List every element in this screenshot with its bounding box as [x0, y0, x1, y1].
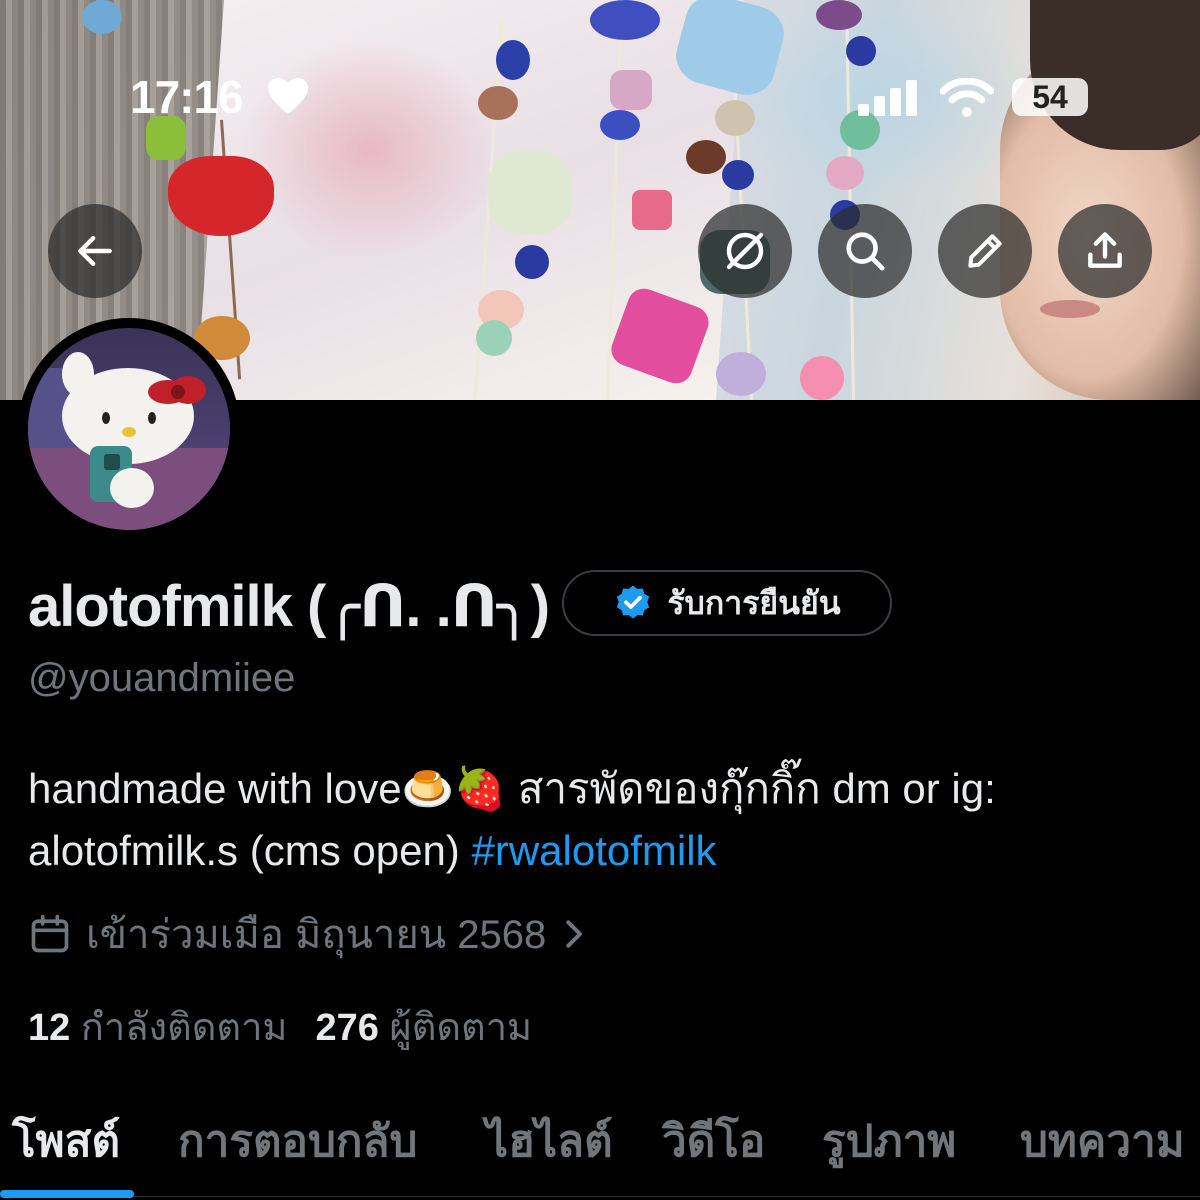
- bead: [722, 160, 754, 190]
- get-verified-label: รับการยืนยัน: [667, 584, 841, 621]
- followers-link[interactable]: 276 ผู้ติดตาม: [315, 1007, 532, 1049]
- share-button[interactable]: [1058, 204, 1152, 298]
- calendar-icon: [31, 914, 69, 953]
- cellular-signal-icon: [858, 80, 920, 121]
- bead: [590, 0, 660, 40]
- wifi-icon: [939, 77, 995, 123]
- join-date-row[interactable]: เข้าร่วมเมือ มิถุนายน 2568: [28, 902, 590, 966]
- tab-posts[interactable]: โพสต์: [12, 1106, 120, 1176]
- status-bar: 17:16 54: [0, 70, 1200, 130]
- bio-hashtag-link[interactable]: #rwalotofmilk: [471, 827, 716, 874]
- bio-line-2-text: alotofmilk.s (cms open): [28, 827, 472, 874]
- search-button[interactable]: [818, 204, 912, 298]
- grok-button[interactable]: [698, 204, 792, 298]
- following-count: 12: [28, 1007, 71, 1049]
- bead: [826, 156, 864, 190]
- followers-label: ผู้ติดตาม: [389, 1007, 533, 1049]
- bio-line-2: alotofmilk.s (cms open) #rwalotofmilk: [28, 820, 1178, 882]
- bead: [168, 156, 274, 236]
- following-link[interactable]: 12 กำลังติดตาม: [28, 1007, 287, 1049]
- heart-icon: [266, 76, 310, 121]
- following-label: กำลังติดตาม: [80, 1007, 288, 1049]
- active-tab-indicator: [0, 1190, 134, 1198]
- bead: [488, 150, 572, 234]
- bead: [686, 140, 726, 174]
- bio-line-1: handmade with love🍮🍓 สารพัดของกุ๊กกิ๊ก d…: [28, 765, 996, 812]
- bead: [816, 0, 862, 30]
- follow-stats: 12 กำลังติดตาม 276 ผู้ติดตาม: [28, 996, 532, 1057]
- battery-indicator: 54: [1012, 78, 1088, 116]
- profile-bio: handmade with love🍮🍓 สารพัดของกุ๊กกิ๊ก d…: [28, 758, 1178, 882]
- tab-articles[interactable]: บทความ: [1020, 1106, 1185, 1176]
- username-handle: @youandmiiee: [28, 656, 296, 700]
- display-name: alotofmilk (╭ᑎ. .ᑎ╮): [28, 574, 550, 639]
- edit-profile-button[interactable]: [938, 204, 1032, 298]
- banner-lip: [1040, 300, 1100, 318]
- tabs-divider: [0, 1196, 1200, 1197]
- get-verified-button[interactable]: รับการยืนยัน: [562, 570, 892, 636]
- bead: [82, 0, 122, 34]
- join-date-text: เข้าร่วมเมือ มิถุนายน 2568: [86, 913, 547, 957]
- chevron-right-icon: [566, 920, 583, 948]
- tab-replies[interactable]: การตอบกลับ: [178, 1106, 417, 1176]
- bead: [632, 190, 672, 230]
- verified-badge-icon: [617, 585, 650, 619]
- tab-photos[interactable]: รูปภาพ: [822, 1106, 956, 1176]
- bead: [800, 356, 844, 400]
- status-time: 17:16: [130, 71, 244, 123]
- pencil-icon: [968, 234, 1002, 268]
- bead: [846, 36, 876, 66]
- back-arrow-icon: [78, 235, 112, 267]
- avatar-image: [28, 328, 230, 530]
- bead: [515, 245, 549, 279]
- search-icon: [846, 232, 885, 271]
- followers-count: 276: [315, 1007, 379, 1049]
- share-icon: [1088, 232, 1122, 268]
- avatar[interactable]: [18, 318, 240, 540]
- tab-videos[interactable]: วิดีโอ: [662, 1106, 765, 1176]
- bead: [716, 352, 766, 396]
- grok-icon: [726, 232, 764, 270]
- bead: [476, 320, 512, 356]
- back-button[interactable]: [48, 204, 142, 298]
- profile-tabs: โพสต์ การตอบกลับ ไฮไลต์ วิดีโอ รูปภาพ บท…: [0, 1100, 1200, 1200]
- tab-highlights[interactable]: ไฮไลต์: [486, 1106, 613, 1176]
